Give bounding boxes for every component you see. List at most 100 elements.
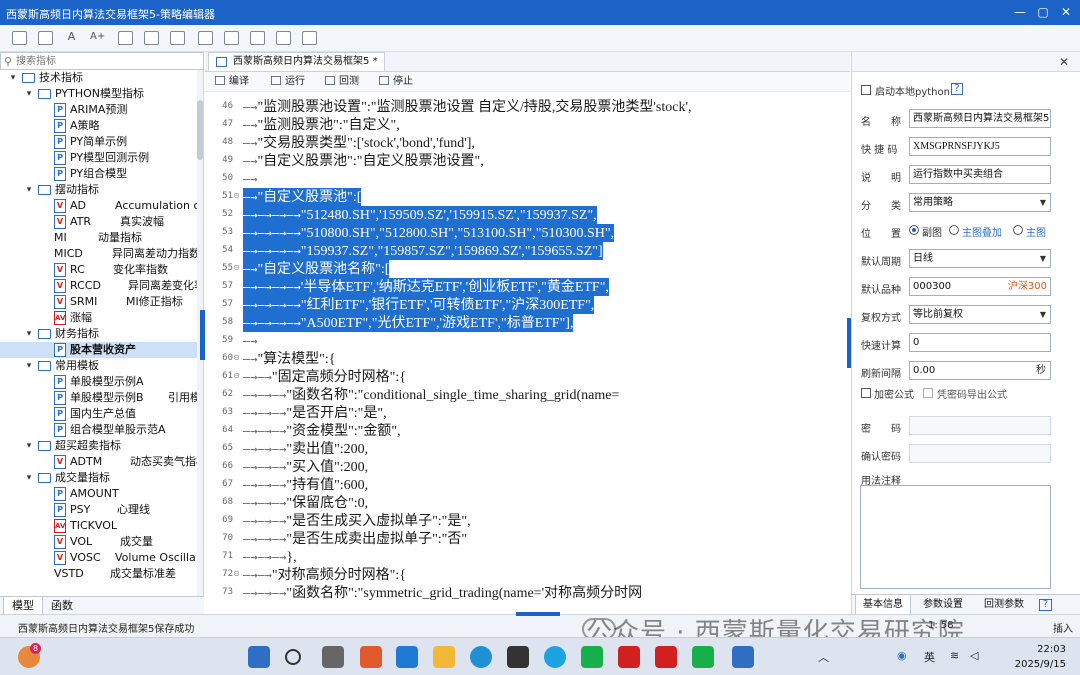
name-field[interactable]: 西蒙斯高频日内算法交易框架5	[909, 109, 1051, 128]
backtest-button[interactable]: 回测	[325, 75, 359, 89]
fold-toggle-icon[interactable]: ⊟	[234, 371, 239, 380]
tree-item[interactable]: V AD Accumulation or	[0, 198, 198, 214]
expand-toggle-icon[interactable]: ▾	[24, 470, 34, 486]
code-line[interactable]: —→—→—→—→'半导体ETF','纳斯达克ETF','创业板ETF',"黄金E…	[243, 278, 609, 296]
input-method[interactable]: 英	[924, 649, 935, 665]
tree-item[interactable]: P ARIMA预测	[0, 102, 198, 118]
maximize-button[interactable]: ▢	[1035, 4, 1051, 20]
tree-folder[interactable]: ▾ 常用模板	[0, 358, 198, 374]
code-line[interactable]: —→"交易股票类型":['stock','bond','fund'],	[243, 134, 475, 152]
tree-item[interactable]: V SRMI MI修正指标	[0, 294, 198, 310]
encrypt-checkbox[interactable]	[861, 388, 871, 398]
font-increase-icon[interactable]: A+	[90, 31, 105, 45]
copy-icon[interactable]	[170, 31, 185, 45]
tab-backtest-params[interactable]: 回测参数	[976, 595, 1032, 615]
tree-item[interactable]: P PY组合模型	[0, 166, 198, 182]
pwd-export-checkbox[interactable]	[923, 388, 933, 398]
code-line[interactable]: —→—→—→"是否生成买入虚拟单子":"是",	[243, 512, 471, 530]
password-field[interactable]	[909, 416, 1051, 435]
file-explorer-icon[interactable]	[433, 646, 455, 668]
doc-icon[interactable]	[276, 31, 291, 45]
strategy-app-icon[interactable]	[732, 646, 754, 668]
tree-item[interactable]: MI 动量指标	[0, 230, 198, 246]
tree-folder[interactable]: ▾ 技术指标	[0, 70, 198, 86]
symbol-field[interactable]: 000300 沪深300	[909, 277, 1051, 296]
tree-item[interactable]: P 国内生产总值	[0, 406, 198, 422]
save-as-icon[interactable]	[38, 31, 53, 45]
code-line[interactable]: —→"算法模型":{	[243, 350, 336, 368]
tab-function[interactable]: 函数	[43, 597, 81, 615]
code-line[interactable]: —→—→—→"卖出值":200,	[243, 440, 368, 458]
tree-item[interactable]: V RCCD 异同离差变化率	[0, 278, 198, 294]
code-line[interactable]: —→"自定义股票池":[	[243, 188, 362, 206]
security-icon[interactable]: ◉	[897, 649, 907, 662]
app-icon[interactable]	[507, 646, 529, 668]
minimize-button[interactable]: —	[1012, 4, 1028, 20]
code-line[interactable]: —→	[243, 332, 257, 350]
tree-item[interactable]: V VOSC Volume Oscilla	[0, 550, 198, 566]
tree-folder[interactable]: ▾ 超买超卖指标	[0, 438, 198, 454]
fold-toggle-icon[interactable]: ⊟	[234, 263, 239, 272]
code-line[interactable]: —→—→—→—→"512480.SH",'159509.SZ','159915.…	[243, 206, 597, 224]
search-icon[interactable]	[285, 649, 301, 665]
tree-item[interactable]: V RC 变化率指数	[0, 262, 198, 278]
shortcode-field[interactable]: XMSGPRNSFJYKJ5	[909, 137, 1051, 156]
notes-textarea[interactable]	[860, 485, 1051, 589]
lock-icon[interactable]	[302, 31, 317, 45]
export-icon[interactable]	[118, 31, 133, 45]
wps-icon[interactable]	[618, 646, 640, 668]
code-line[interactable]: —→"自定义股票池":"自定义股票池设置",	[243, 152, 484, 170]
code-line[interactable]: —→—→—→—→"A500ETF","光伏ETF",'游戏ETF',"标普ETF…	[243, 314, 574, 332]
run-button[interactable]: 运行	[271, 75, 305, 89]
import-icon[interactable]	[144, 31, 159, 45]
search-input[interactable]	[16, 54, 196, 68]
tree-item[interactable]: AV TICKVOL	[0, 518, 198, 534]
code-line[interactable]: —→—→—→—→"510800.SH","512800.SH","513100.…	[243, 224, 615, 242]
code-line[interactable]: —→—→—→"持有值":600,	[243, 476, 368, 494]
tree-item[interactable]: VSTD 成交量标准差	[0, 566, 198, 582]
expand-toggle-icon[interactable]: ▾	[24, 326, 34, 342]
tree-item[interactable]: V VOL 成交量	[0, 534, 198, 550]
refresh-field[interactable]: 0.00 秒	[909, 361, 1051, 380]
quickcalc-field[interactable]: 0	[909, 333, 1051, 352]
tree-item[interactable]: P 单股模型示例B 引用模	[0, 390, 198, 406]
help-icon[interactable]: ?	[951, 83, 963, 95]
checklist-icon[interactable]	[198, 31, 213, 45]
expand-toggle-icon[interactable]: ▾	[24, 438, 34, 454]
code-line[interactable]: —→—→—→"函数名称":"symmetric_grid_trading(nam…	[243, 584, 642, 602]
period-select[interactable]: 日线 ▼	[909, 249, 1051, 268]
search-box[interactable]: ⚲	[0, 52, 204, 70]
wifi-icon[interactable]: ≋	[950, 649, 959, 662]
code-line[interactable]: —→—→—→—→"红利ETF",'银行ETF','可转债ETF',"沪深300E…	[243, 296, 595, 314]
paste-icon[interactable]	[224, 31, 239, 45]
local-python-checkbox[interactable]	[861, 85, 871, 95]
tree-item[interactable]: AV 涨幅	[0, 310, 198, 326]
expand-toggle-icon[interactable]: ▾	[24, 182, 34, 198]
code-line[interactable]: —→—→—→"买入值":200,	[243, 458, 368, 476]
code-line[interactable]: —→—→"对称高频分时网格":{	[243, 566, 406, 584]
tree-item[interactable]: V ATR 真实波幅	[0, 214, 198, 230]
code-line[interactable]: —→—→—→},	[243, 548, 297, 566]
tab-strategy-file[interactable]: 西蒙斯高频日内算法交易框架5 *	[208, 52, 385, 71]
code-line[interactable]: —→—→"固定高频分时网格":{	[243, 368, 406, 386]
code-line[interactable]: —→—→—→"是否生成卖出虚拟单子":"否"	[243, 530, 467, 548]
desc-field[interactable]: 运行指数中买卖组合	[909, 165, 1051, 184]
fold-toggle-icon[interactable]: ⊟	[234, 191, 239, 200]
task-view-icon[interactable]	[322, 646, 344, 668]
close-panel-button[interactable]: ✕	[1059, 55, 1069, 69]
fold-toggle-icon[interactable]: ⊟	[234, 569, 239, 578]
tree-folder[interactable]: ▾ 摆动指标	[0, 182, 198, 198]
expand-toggle-icon[interactable]: ▾	[24, 358, 34, 374]
editor-hscroll-thumb[interactable]	[516, 612, 560, 616]
code-line[interactable]: —→	[243, 170, 257, 188]
code-line[interactable]: —→—→—→"函数名称":"conditional_single_time_sh…	[243, 386, 619, 404]
tree-folder[interactable]: ▾ 成交量指标	[0, 470, 198, 486]
chat-icon[interactable]	[581, 646, 603, 668]
wechat-icon[interactable]	[692, 646, 714, 668]
tree-folder[interactable]: ▾ 财务指标	[0, 326, 198, 342]
code-line[interactable]: —→"监测股票池设置":"监测股票池设置 自定义/持股,交易股票池类型'stoc…	[243, 98, 691, 116]
adjust-select[interactable]: 等比前复权 ▼	[909, 305, 1051, 324]
code-area[interactable]: —→"监测股票池设置":"监测股票池设置 自定义/持股,交易股票池类型'stoc…	[243, 92, 844, 614]
tree-item[interactable]: P AMOUNT	[0, 486, 198, 502]
browser-icon[interactable]	[544, 646, 566, 668]
